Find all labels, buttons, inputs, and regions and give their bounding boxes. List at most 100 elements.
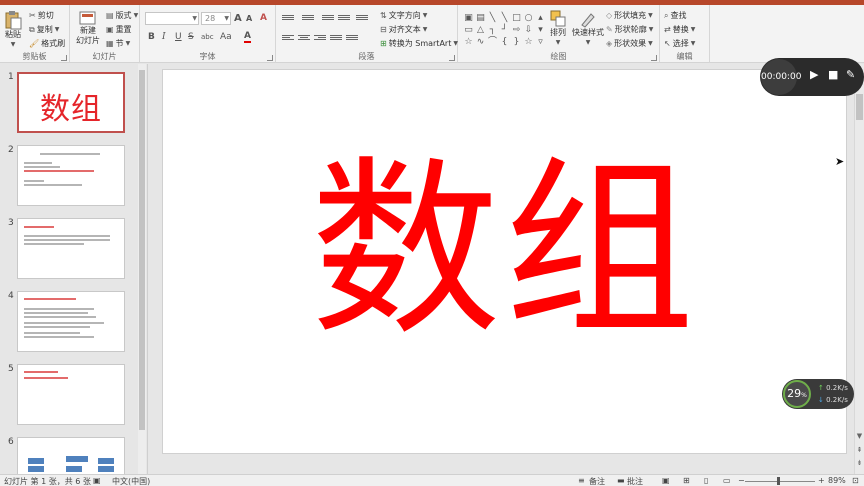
cut-button[interactable]: ✂ 剪切 xyxy=(29,10,54,21)
select-button[interactable]: ↖ 选择 ▼ xyxy=(664,38,695,49)
paste-button[interactable]: 粘贴 ▼ xyxy=(4,10,22,50)
comments-button[interactable]: 批注 xyxy=(627,476,643,486)
vertical-scrollbar[interactable]: ▲ ▼ ⇞ ⇟ xyxy=(854,64,864,474)
next-slide-icon[interactable]: ⇟ xyxy=(855,459,864,467)
strikethrough-button[interactable]: S xyxy=(188,32,194,42)
italic-button[interactable]: I xyxy=(162,32,166,42)
align-center-icon[interactable] xyxy=(298,35,310,44)
line-shape-icon[interactable]: ╲ xyxy=(499,13,510,24)
layout-button[interactable]: ▤ 版式 ▼ xyxy=(106,10,138,21)
language-status[interactable]: 中文(中国) xyxy=(112,476,150,486)
reset-button[interactable]: ▣ 重置 xyxy=(106,24,132,35)
bold-button[interactable]: B xyxy=(148,32,155,42)
shapes-gallery[interactable]: ▣ ▤ ╲ ╲ □ ○ ▴ ▭ △ ┐ ┘ ⇨ ⇩ ▾ ☆ ∿ ⌒ { } ☆ … xyxy=(463,13,546,48)
copy-button[interactable]: ⧉ 复制 ▼ xyxy=(29,24,59,35)
connector-shape-icon[interactable]: ┐ xyxy=(487,25,498,36)
underline-button[interactable]: U xyxy=(175,32,182,42)
curve-shape-icon[interactable]: ⌒ xyxy=(487,37,498,48)
replace-button[interactable]: ⇄ 替换 ▼ xyxy=(664,24,695,35)
section-button[interactable]: ▦ 节 ▼ xyxy=(106,38,130,49)
clipboard-launcher[interactable] xyxy=(61,55,67,61)
text-direction-button[interactable]: ⇅ 文字方向 ▼ xyxy=(380,10,427,21)
star-shape-icon[interactable]: ☆ xyxy=(463,37,474,48)
notes-button[interactable]: 备注 xyxy=(589,476,605,486)
change-case-button[interactable]: Aa xyxy=(220,32,232,42)
bullets-icon[interactable] xyxy=(282,15,294,24)
font-name-combo[interactable]: ▼ xyxy=(145,12,199,25)
slide-thumbnail-3[interactable] xyxy=(17,218,125,279)
triangle-shape-icon[interactable]: △ xyxy=(475,25,486,36)
brace-shape-icon[interactable]: { xyxy=(499,37,510,48)
slide-thumbnail-1[interactable]: 数组 xyxy=(17,72,125,133)
pen-icon[interactable]: ✎ xyxy=(846,68,855,81)
previous-slide-icon[interactable]: ⇞ xyxy=(855,446,864,454)
arrow-shape-icon[interactable]: ⇨ xyxy=(511,25,522,36)
zoom-slider[interactable] xyxy=(745,481,815,482)
decrease-indent-icon[interactable] xyxy=(322,15,334,24)
drawing-launcher[interactable] xyxy=(651,55,657,61)
smartart-button[interactable]: ⊞ 转换为 SmartArt ▼ xyxy=(380,38,458,49)
image-shape-icon[interactable]: ▣ xyxy=(463,13,474,24)
justify-icon[interactable] xyxy=(330,35,342,44)
shape-outline-button[interactable]: ✎ 形状轮廓 ▼ xyxy=(606,24,653,35)
scroll-down-icon[interactable]: ▼ xyxy=(855,432,864,440)
rectangle-shape-icon[interactable]: □ xyxy=(511,13,522,24)
reading-view-icon[interactable]: ▯ xyxy=(704,476,708,485)
arrange-button[interactable]: 排列 ▼ xyxy=(550,10,566,48)
shape-effects-button[interactable]: ◈ 形状效果 ▼ xyxy=(606,38,653,49)
more-shapes-icon[interactable]: ▿ xyxy=(535,37,546,48)
slide-canvas[interactable]: 数组 xyxy=(162,69,847,454)
slide-canvas-area: 数组 xyxy=(149,64,854,474)
brace-shape-icon[interactable]: } xyxy=(511,37,522,48)
scroll-thumb[interactable] xyxy=(856,94,863,120)
align-left-icon[interactable] xyxy=(282,35,294,44)
arrow-shape-icon[interactable]: ⇩ xyxy=(523,25,534,36)
stop-icon[interactable]: ■ xyxy=(828,68,838,81)
slide-thumbnail-2[interactable] xyxy=(17,145,125,206)
slide-title[interactable]: 数组 xyxy=(163,156,846,346)
slide-sorter-icon[interactable]: ⊞ xyxy=(683,476,690,485)
rectangle-shape-icon[interactable]: ▭ xyxy=(463,25,474,36)
scroll-down-icon[interactable]: ▾ xyxy=(535,25,546,36)
slide-thumbnail-6[interactable] xyxy=(17,437,125,474)
paragraph-launcher[interactable] xyxy=(449,55,455,61)
spellcheck-icon[interactable]: ▣ xyxy=(93,476,101,485)
zoom-slider-thumb[interactable] xyxy=(777,477,780,485)
zoom-level[interactable]: 89% xyxy=(828,476,846,485)
distributed-icon[interactable] xyxy=(346,35,358,44)
grow-font-button[interactable]: A xyxy=(234,13,242,24)
fit-to-window-icon[interactable]: ⊡ xyxy=(852,476,859,485)
thumbnail-scrollbar[interactable] xyxy=(138,64,146,474)
star-shape-icon[interactable]: ☆ xyxy=(523,37,534,48)
scroll-up-icon[interactable]: ▴ xyxy=(535,13,546,24)
shape-fill-button[interactable]: ◇ 形状填充 ▼ xyxy=(606,10,653,21)
quick-styles-button[interactable]: 快速样式 ▼ xyxy=(572,10,604,48)
zoom-in-icon[interactable]: + xyxy=(818,476,825,485)
find-button[interactable]: ⌕ 查找 xyxy=(664,10,686,21)
char-spacing-button[interactable]: abc xyxy=(201,33,214,41)
align-text-button[interactable]: ⊟ 对齐文本 ▼ xyxy=(380,24,427,35)
slide-thumbnail-5[interactable] xyxy=(17,364,125,425)
connector-shape-icon[interactable]: ┘ xyxy=(499,25,510,36)
thumbnail-scroll-thumb[interactable] xyxy=(139,70,145,430)
align-right-icon[interactable] xyxy=(314,35,326,44)
format-painter-button[interactable]: 🖌 格式刷 xyxy=(29,38,65,49)
font-size-combo[interactable]: 28 ▼ xyxy=(201,12,231,25)
increase-indent-icon[interactable] xyxy=(338,15,350,24)
line-shape-icon[interactable]: ╲ xyxy=(487,13,498,24)
slide-thumbnail-4[interactable] xyxy=(17,291,125,352)
new-slide-button[interactable]: 新建 幻灯片 xyxy=(76,10,100,46)
zoom-out-icon[interactable]: − xyxy=(738,476,745,485)
oval-shape-icon[interactable]: ○ xyxy=(523,13,534,24)
normal-view-icon[interactable]: ▣ xyxy=(662,476,670,485)
clear-format-button[interactable]: A xyxy=(260,13,267,23)
numbering-icon[interactable] xyxy=(302,15,314,24)
play-icon[interactable]: ▶ xyxy=(810,68,818,81)
shrink-font-button[interactable]: A xyxy=(246,14,252,23)
textbox-shape-icon[interactable]: ▤ xyxy=(475,13,486,24)
font-launcher[interactable] xyxy=(267,55,273,61)
slideshow-icon[interactable]: ▭ xyxy=(723,476,731,485)
line-spacing-icon[interactable] xyxy=(356,15,368,24)
curve-shape-icon[interactable]: ∿ xyxy=(475,37,486,48)
font-color-button[interactable]: A xyxy=(244,31,251,43)
